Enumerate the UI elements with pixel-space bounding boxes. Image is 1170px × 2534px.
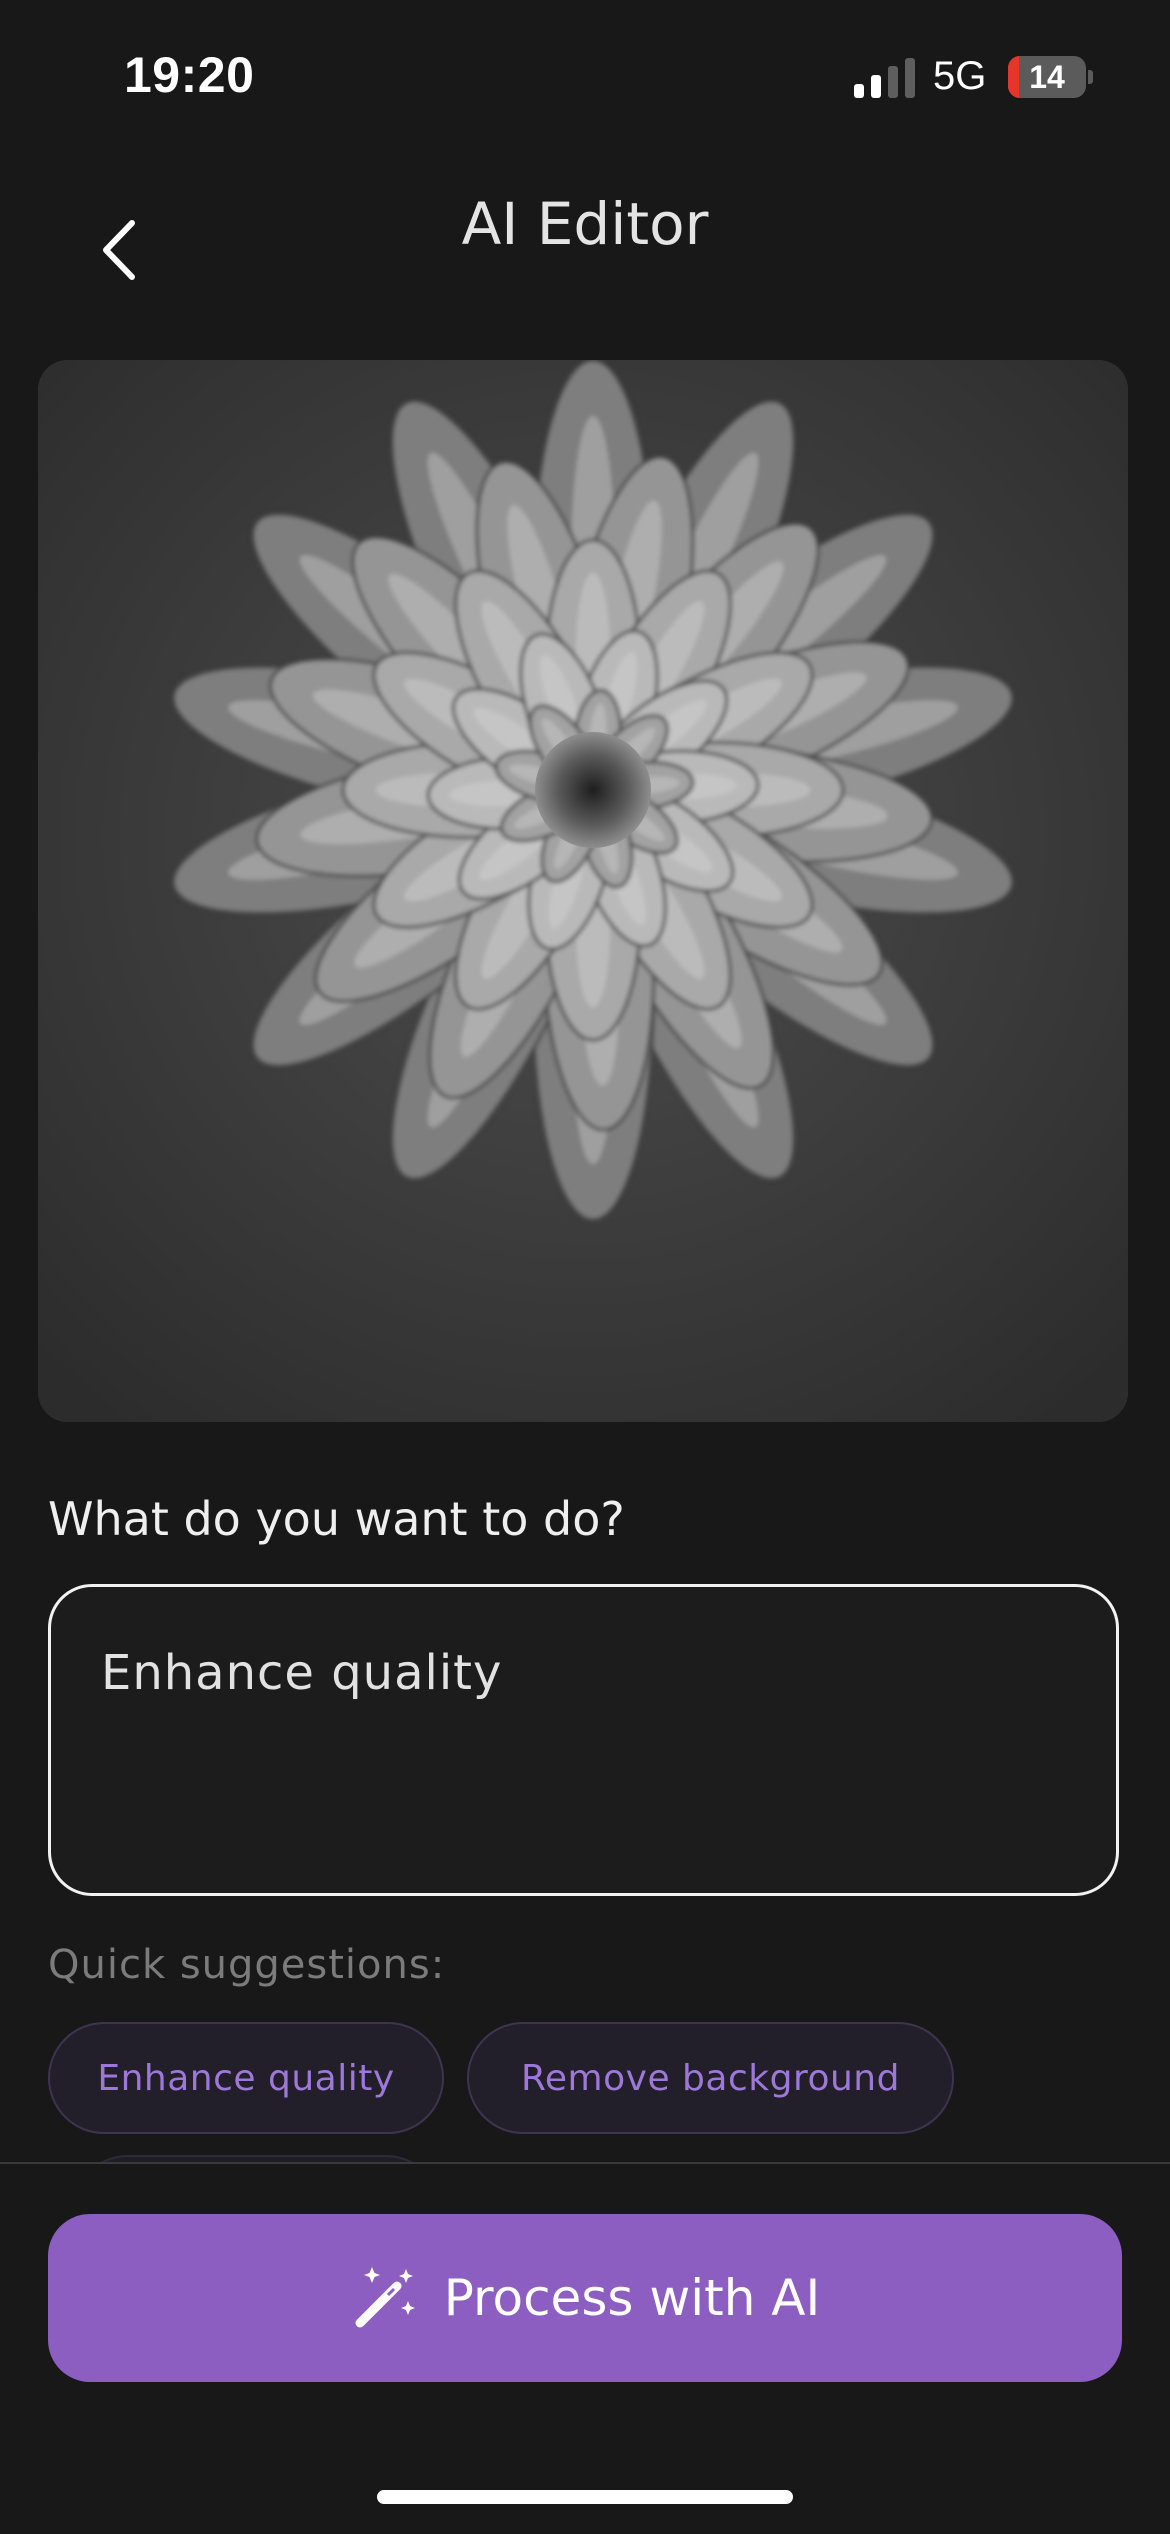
status-bar: 19:20 5G 14 bbox=[0, 0, 1170, 150]
bottom-action-bar: Process with AI bbox=[0, 2162, 1170, 2534]
battery-body: 14 bbox=[1008, 56, 1086, 98]
suggestion-chip-enhance-quality[interactable]: Enhance quality bbox=[48, 2022, 444, 2134]
suggestions-label: Quick suggestions: bbox=[48, 1942, 446, 1988]
prompt-heading: What do you want to do? bbox=[48, 1492, 625, 1546]
flower-photo bbox=[38, 360, 1128, 1422]
chip-label: Remove background bbox=[521, 2057, 900, 2099]
prompt-input[interactable]: Enhance quality bbox=[48, 1584, 1119, 1896]
process-with-ai-button[interactable]: Process with AI bbox=[48, 2214, 1122, 2382]
page-title: AI Editor bbox=[461, 190, 709, 258]
status-time: 19:20 bbox=[124, 47, 255, 103]
preview-image bbox=[38, 360, 1128, 1422]
network-type: 5G bbox=[933, 54, 987, 98]
process-button-label: Process with AI bbox=[443, 2269, 821, 2327]
battery-icon: 14 bbox=[1008, 56, 1093, 98]
prompt-input-value: Enhance quality bbox=[101, 1645, 503, 1701]
suggestion-chip-remove-background[interactable]: Remove background bbox=[467, 2022, 954, 2134]
home-indicator bbox=[377, 2490, 793, 2504]
magic-wand-icon bbox=[355, 2267, 415, 2328]
battery-nub bbox=[1088, 70, 1093, 84]
battery-level: 14 bbox=[1029, 59, 1065, 95]
chip-label: Enhance quality bbox=[97, 2057, 395, 2099]
signal-bars-icon bbox=[854, 58, 915, 98]
